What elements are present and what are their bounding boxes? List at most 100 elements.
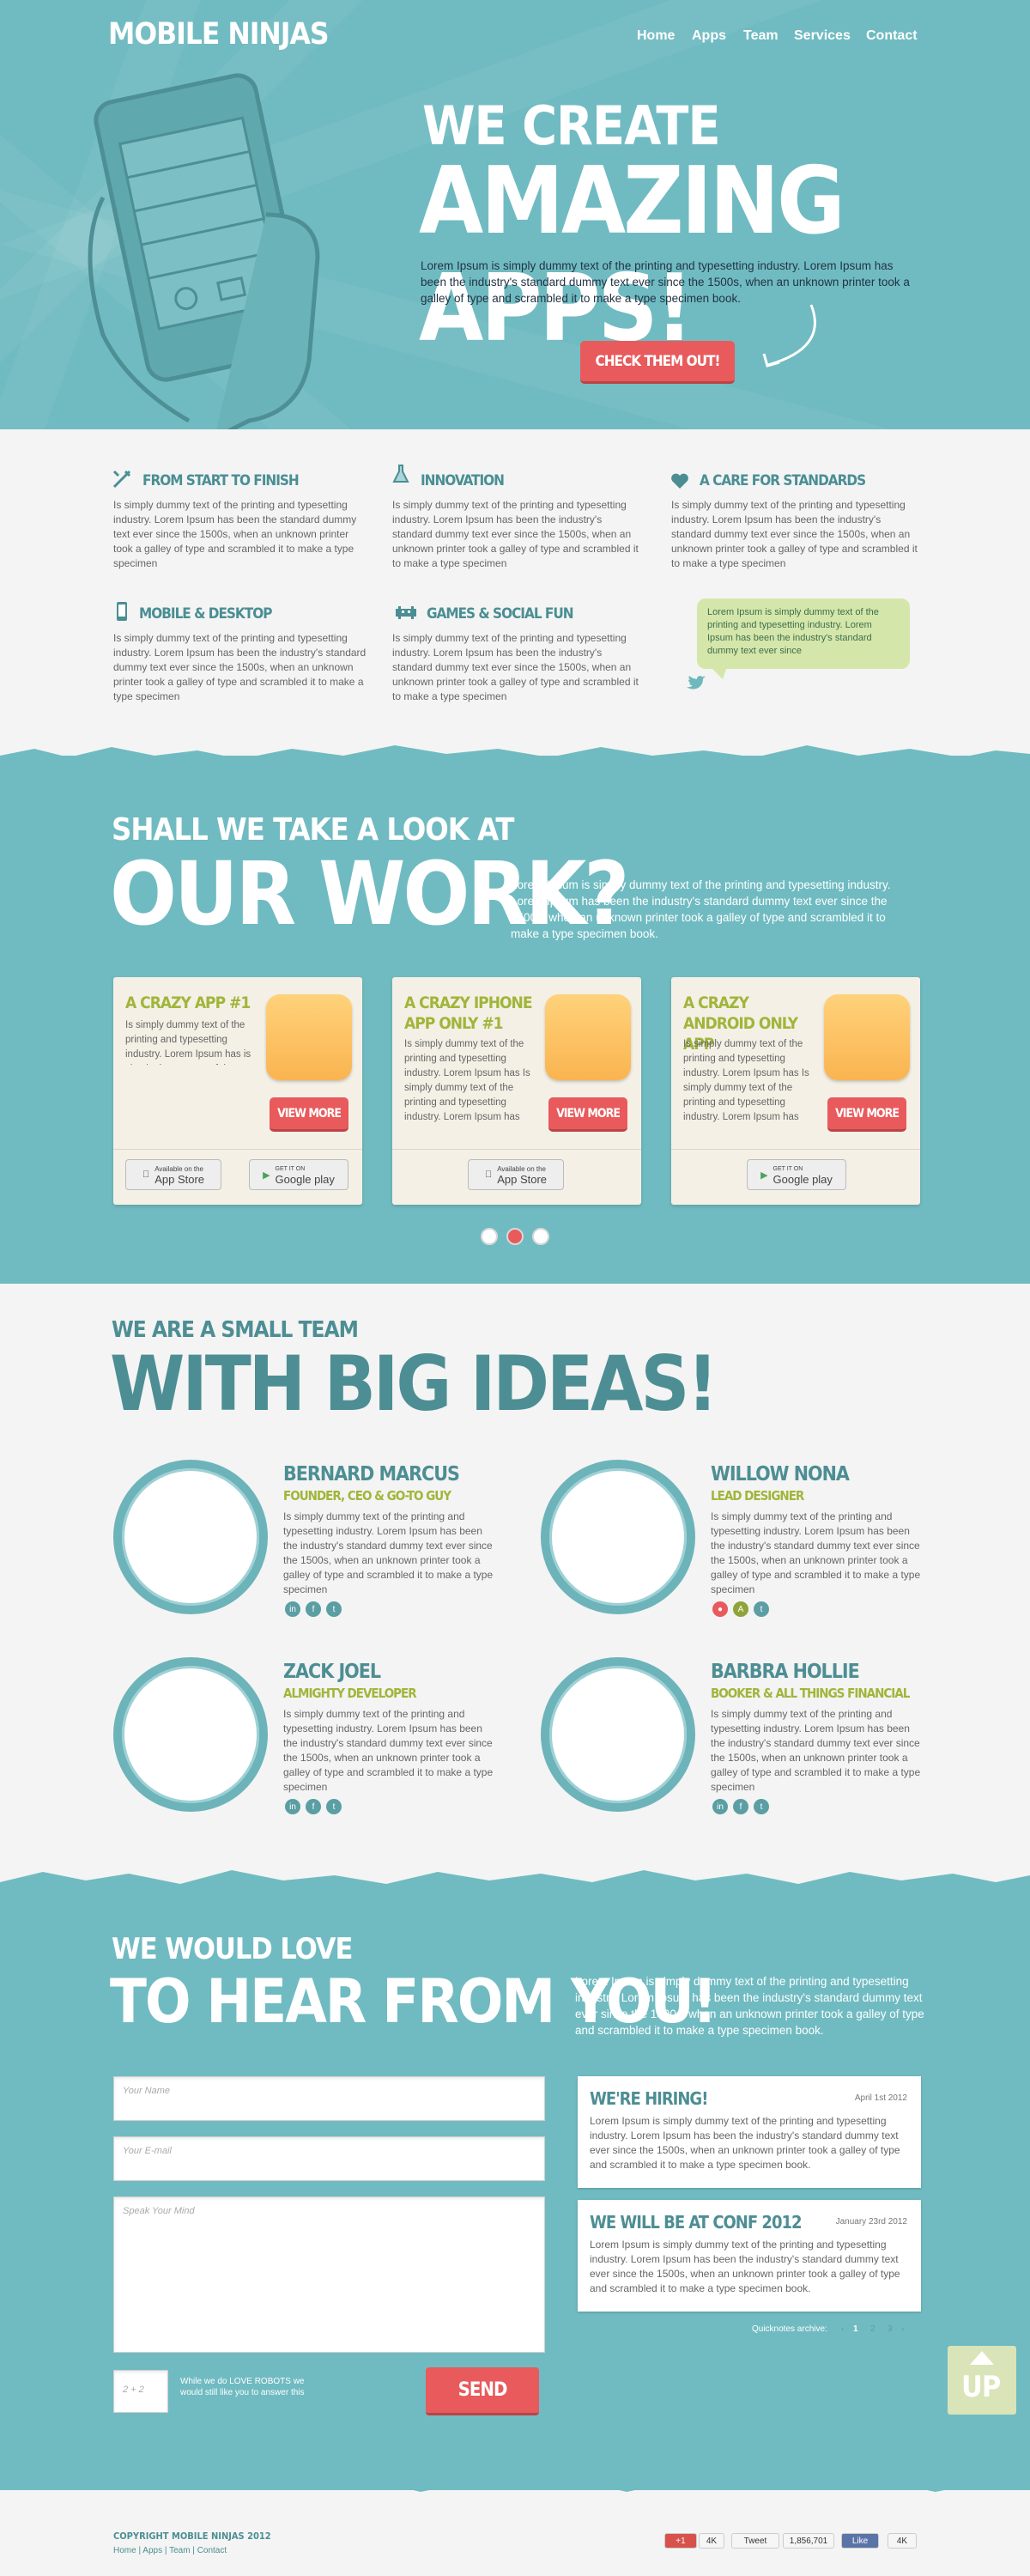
- view-more-button[interactable]: VIEW MORE: [548, 1097, 627, 1132]
- feature-title: INNOVATION: [421, 472, 505, 489]
- news-item: WE'RE HIRING! April 1st 2012 Lorem Ipsum…: [578, 2076, 921, 2188]
- member-name: ZACK JOEL: [283, 1661, 381, 1683]
- logo[interactable]: MOBILE NINJAS: [108, 17, 330, 52]
- work-pretitle: SHALL WE TAKE A LOOK AT: [112, 812, 515, 848]
- email-field[interactable]: Your E-mail: [113, 2136, 545, 2181]
- facebook-icon[interactable]: f: [306, 1601, 321, 1617]
- feature-text: Is simply dummy text of the printing and…: [392, 499, 639, 569]
- news-text: Lorem Ipsum is simply dummy text of the …: [590, 2239, 900, 2294]
- nav-apps[interactable]: Apps: [692, 28, 726, 44]
- deviantart-icon[interactable]: A: [733, 1601, 748, 1617]
- member-text: Is simply dummy text of the printing and…: [711, 1708, 921, 1793]
- hero-section: MOBILE NINJAS Home Apps Team Services Co…: [0, 0, 1030, 429]
- archive-next[interactable]: ›: [901, 2324, 904, 2334]
- play-icon: ▶: [760, 1170, 768, 1181]
- carousel-dot-active[interactable]: [506, 1228, 524, 1245]
- linkedin-icon[interactable]: in: [285, 1799, 300, 1814]
- tweet-button[interactable]: Tweet: [731, 2533, 779, 2549]
- invader-icon: [396, 606, 416, 619]
- twitter-icon[interactable]: t: [326, 1799, 342, 1814]
- app-icon: [266, 994, 352, 1080]
- member-name: BERNARD MARCUS: [283, 1463, 460, 1485]
- google-plus-count: 4K: [699, 2533, 724, 2549]
- avatar: [541, 1460, 695, 1614]
- feature-text: Is simply dummy text of the printing and…: [671, 499, 918, 569]
- footer-link-contact[interactable]: Contact: [197, 2546, 227, 2555]
- member-role: FOUNDER, CEO & GO-TO GUY: [283, 1488, 451, 1504]
- twitter-bird-icon: [687, 676, 706, 690]
- footer-link-apps[interactable]: Apps: [142, 2546, 162, 2555]
- check-them-out-button[interactable]: CHECK THEM OUT!: [580, 341, 735, 384]
- feature-title: FROM START TO FINISH: [142, 472, 300, 489]
- carousel-dot[interactable]: [481, 1228, 498, 1245]
- copyright: Copyright Mobile Ninjas 2012: [113, 2530, 271, 2542]
- archive-page[interactable]: 3: [888, 2324, 893, 2334]
- member-role: LEAD DESIGNER: [711, 1488, 804, 1504]
- footer-link-home[interactable]: Home: [113, 2546, 136, 2555]
- google-play-badge[interactable]: ▶ GET IT ON Google play: [249, 1159, 348, 1190]
- facebook-icon[interactable]: f: [733, 1799, 748, 1814]
- app-card-title: A CRAZY IPHONE APP ONLY #1: [404, 993, 533, 1033]
- news-date: April 1st 2012: [854, 2093, 907, 2103]
- archive-label: Quicknotes archive:: [752, 2324, 827, 2334]
- archive-page[interactable]: 1: [853, 2324, 858, 2334]
- news-item: WE WILL BE AT CONF 2012 January 23rd 201…: [578, 2200, 921, 2312]
- heart-icon: [671, 473, 688, 489]
- captcha-field[interactable]: 2 + 2: [113, 2370, 168, 2413]
- nav-services[interactable]: Services: [794, 28, 851, 44]
- apple-icon: : [485, 1170, 492, 1180]
- up-arrow-icon: [970, 2351, 994, 2365]
- phone-icon: [117, 602, 127, 621]
- google-play-badge[interactable]: ▶ GET IT ON Google play: [747, 1159, 846, 1190]
- linkedin-icon[interactable]: in: [285, 1601, 300, 1617]
- google-plus-button[interactable]: +1: [664, 2533, 697, 2549]
- member-name: BARBRA HOLLIE: [711, 1661, 860, 1683]
- name-field[interactable]: Your Name: [113, 2076, 545, 2121]
- view-more-button[interactable]: VIEW MORE: [827, 1097, 906, 1132]
- view-more-button[interactable]: VIEW MORE: [270, 1097, 348, 1132]
- apple-icon: : [142, 1170, 149, 1180]
- avatar: [113, 1657, 268, 1812]
- message-field[interactable]: Speak Your Mind: [113, 2196, 545, 2353]
- contact-pretitle: WE WOULD LOVE: [112, 1932, 353, 1966]
- twitter-icon[interactable]: t: [754, 1799, 769, 1814]
- nav-home[interactable]: Home: [637, 28, 675, 44]
- news-date: January 23rd 2012: [835, 2217, 907, 2227]
- tweet-bubble: Lorem Ipsum is simply dummy text of the …: [697, 598, 910, 669]
- scroll-up-button[interactable]: UP: [948, 2346, 1016, 2415]
- send-button[interactable]: SEND: [426, 2367, 539, 2415]
- facebook-icon[interactable]: f: [306, 1799, 321, 1814]
- app-icon: [824, 994, 910, 1080]
- twitter-icon[interactable]: t: [754, 1601, 769, 1617]
- archive-prev[interactable]: ‹: [841, 2324, 844, 2334]
- like-count: 4K: [888, 2533, 917, 2549]
- nav-team[interactable]: Team: [743, 28, 779, 44]
- app-store-badge[interactable]: Available on theApp Store: [468, 1159, 564, 1190]
- dribbble-icon[interactable]: ●: [712, 1601, 728, 1617]
- nav-contact[interactable]: Contact: [866, 28, 918, 44]
- member-text: Is simply dummy text of the printing and…: [283, 1510, 494, 1595]
- linkedin-icon[interactable]: in: [712, 1799, 728, 1814]
- member-role: ALMIGHTY DEVELOPER: [283, 1686, 417, 1701]
- feature-title: MOBILE & DESKTOP: [139, 605, 272, 623]
- feature-title: A CARE FOR STANDARDS: [700, 472, 866, 489]
- hand-phone-illustration: [88, 73, 320, 429]
- feature-text: Is simply dummy text of the printing and…: [113, 632, 367, 702]
- tweet-count: 1,856,701: [783, 2533, 834, 2549]
- member-text: Is simply dummy text of the printing and…: [283, 1708, 494, 1793]
- app-card-text: Is simply dummy text of the printing and…: [404, 1039, 530, 1122]
- footer-link-team[interactable]: Team: [169, 2546, 190, 2555]
- carousel-dot[interactable]: [532, 1228, 549, 1245]
- archive-page[interactable]: 2: [870, 2324, 876, 2334]
- tools-icon: [112, 470, 131, 489]
- facebook-like-button[interactable]: Like: [841, 2533, 879, 2549]
- play-icon: ▶: [263, 1170, 270, 1181]
- avatar: [541, 1657, 695, 1812]
- hero-text: Lorem Ipsum is simply dummy text of the …: [421, 259, 910, 305]
- feature-title: GAMES & SOCIAL FUN: [427, 605, 574, 623]
- app-card: A CRAZY ANDROID ONLY APP Is simply dummy…: [671, 977, 920, 1205]
- contact-text: Lorem Ipsum is simply dummy text of the …: [575, 1975, 924, 2037]
- app-store-badge[interactable]: Available on theApp Store: [125, 1159, 221, 1190]
- member-name: WILLOW NONA: [711, 1463, 850, 1485]
- twitter-icon[interactable]: t: [326, 1601, 342, 1617]
